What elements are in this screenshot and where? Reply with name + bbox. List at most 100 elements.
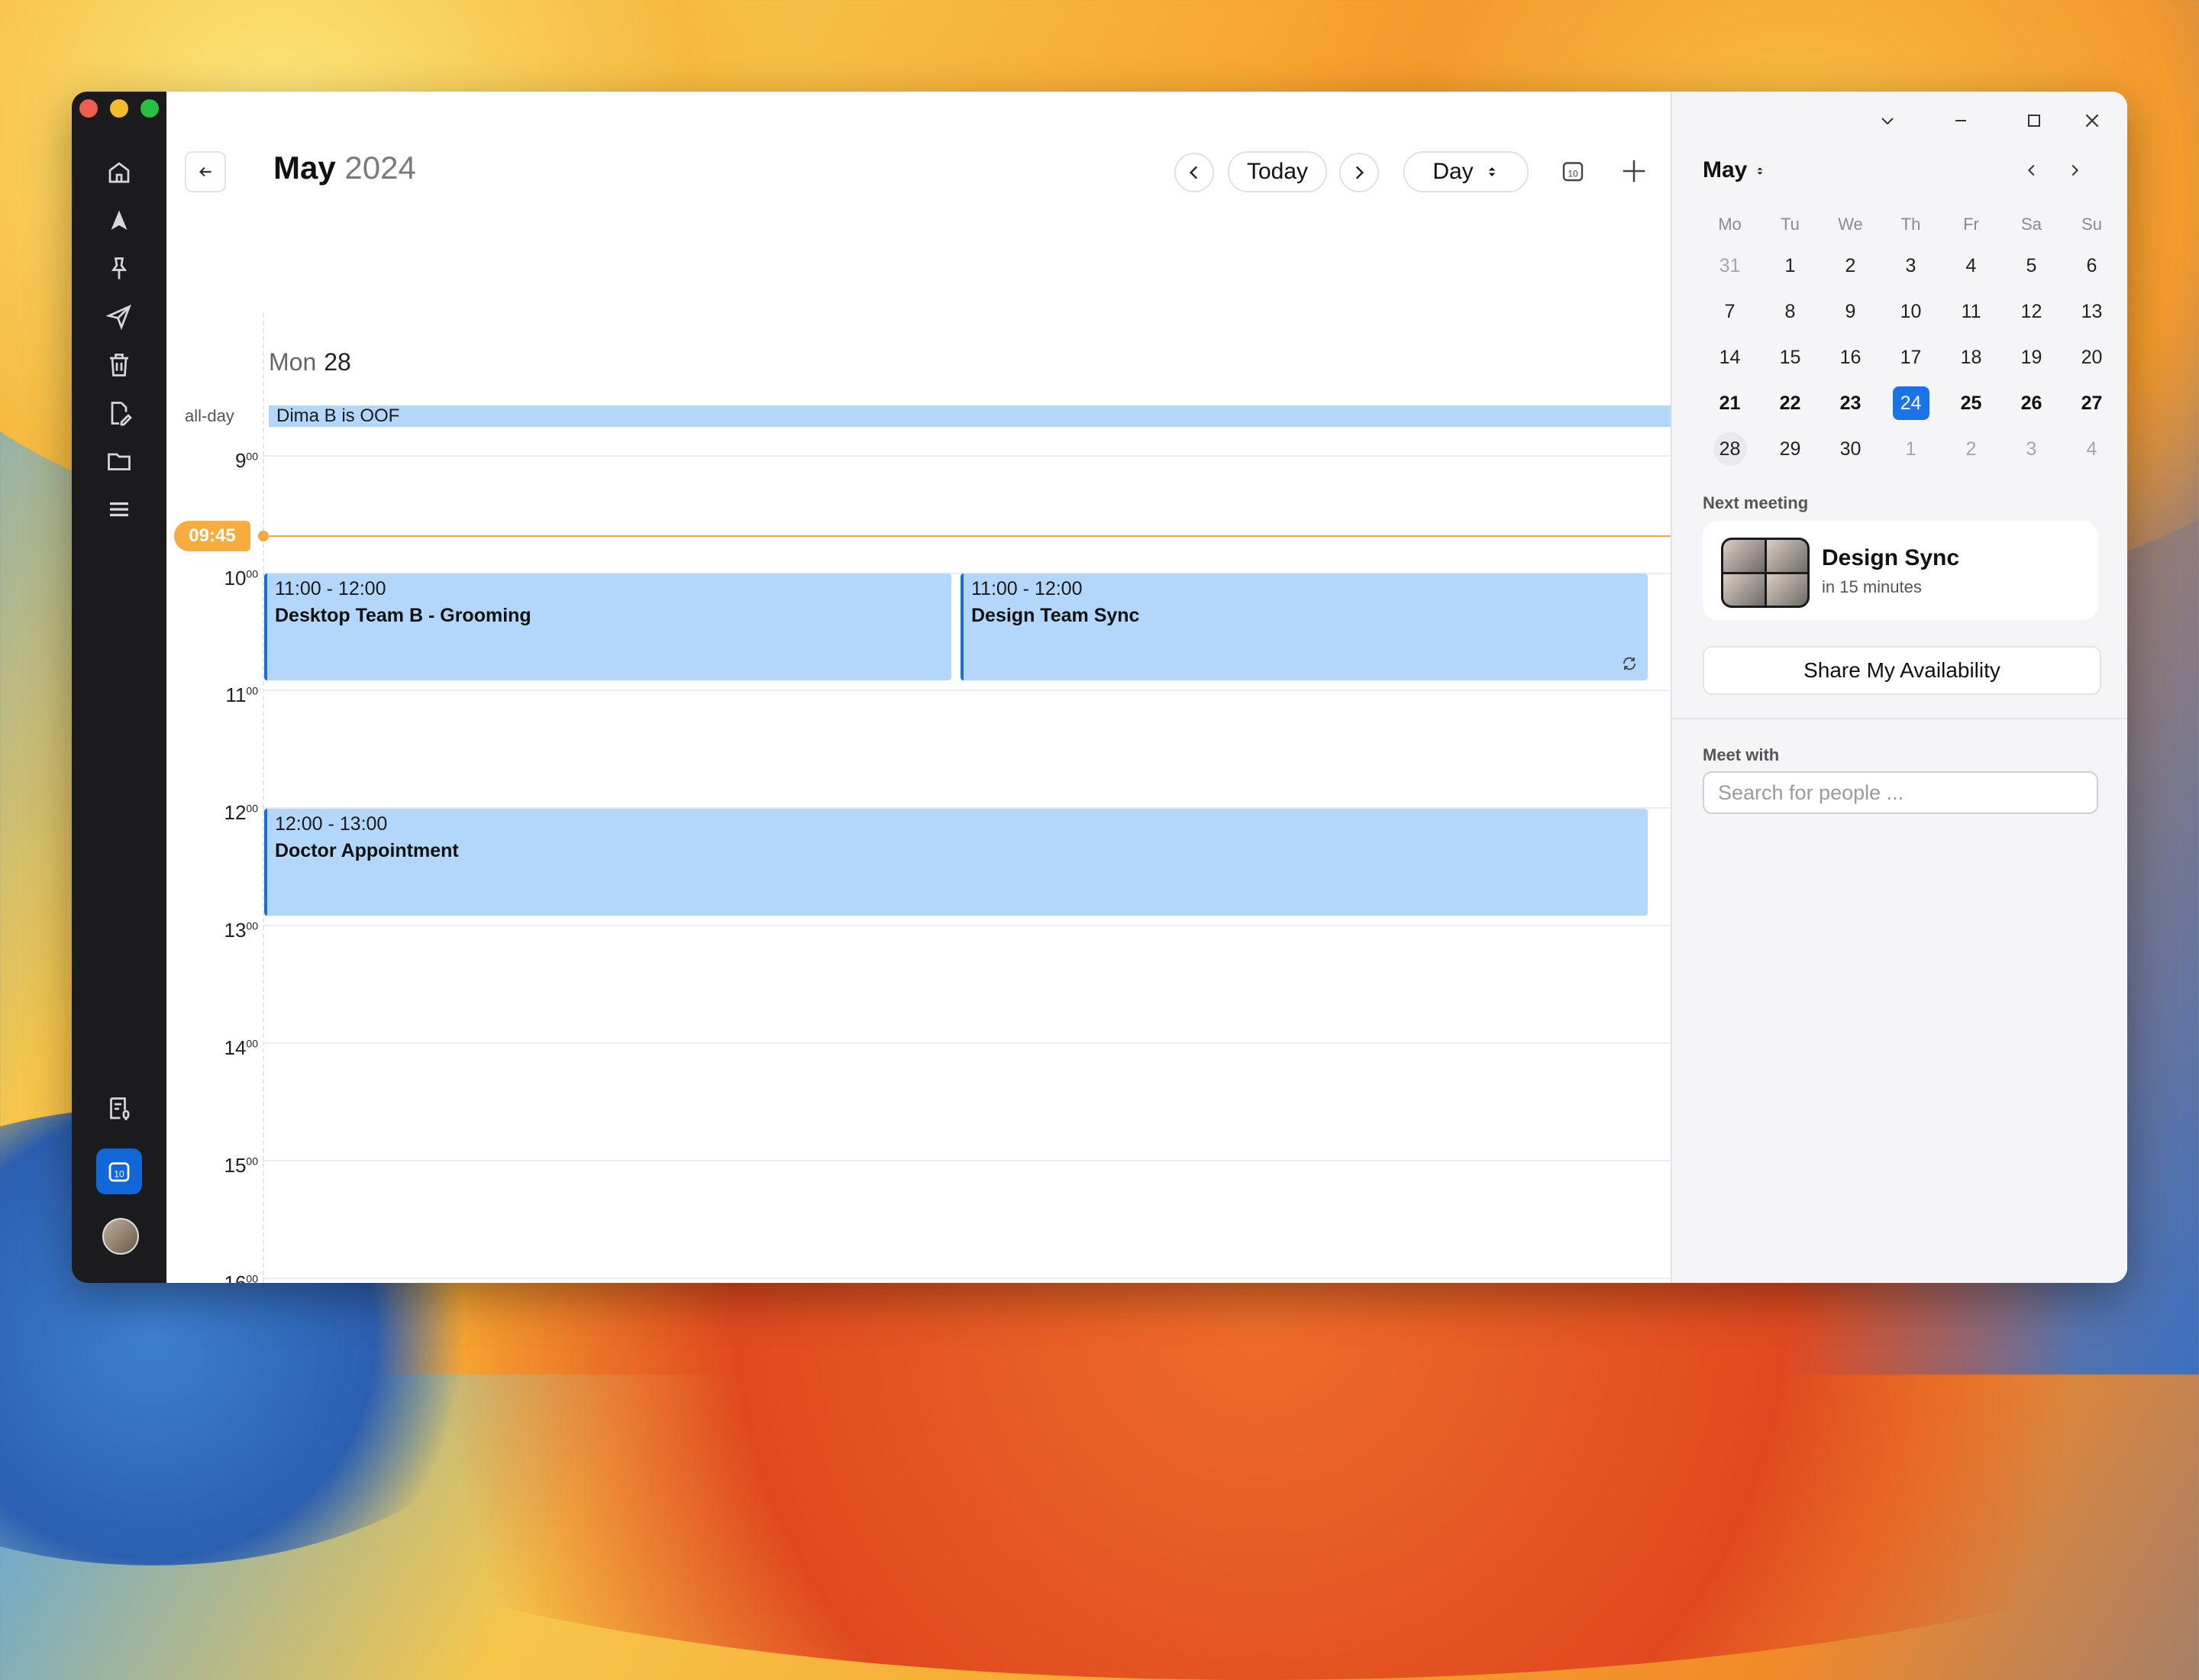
calendar-day[interactable]: 3 bbox=[2001, 438, 2062, 460]
event-title: Doctor Appointment bbox=[275, 840, 459, 861]
today-button[interactable]: Today bbox=[1228, 151, 1327, 192]
calendar-day[interactable]: 21 bbox=[1700, 393, 1760, 415]
event-card[interactable]: 11:00 - 12:00 Design Team Sync bbox=[961, 573, 1648, 680]
hour-label: 900 bbox=[234, 449, 258, 472]
calendar-day[interactable]: 25 bbox=[1941, 393, 2001, 415]
title-year: 2024 bbox=[344, 150, 416, 186]
mini-calendar-month-select[interactable]: May bbox=[1703, 157, 1766, 183]
calendar-day[interactable]: 2 bbox=[1820, 255, 1881, 277]
hour-line bbox=[263, 455, 1671, 457]
weekday-label: Tu bbox=[1781, 215, 1800, 234]
calendar-day[interactable]: 13 bbox=[2062, 301, 2122, 323]
allday-label: all-day bbox=[185, 406, 234, 425]
allday-event[interactable]: Dima B is OOF bbox=[269, 405, 1671, 427]
calendar-day[interactable]: 27 bbox=[2062, 393, 2122, 415]
hour-label: 1300 bbox=[224, 919, 259, 942]
minimize-window-button[interactable] bbox=[110, 99, 128, 118]
chevron-left-icon bbox=[2027, 164, 2035, 176]
user-avatar[interactable] bbox=[102, 1218, 139, 1255]
next-day-button[interactable] bbox=[1339, 153, 1379, 192]
pin-icon[interactable] bbox=[99, 249, 139, 289]
calendar-day[interactable]: 4 bbox=[2062, 438, 2122, 460]
calendar-day[interactable]: 4 bbox=[1941, 255, 2001, 277]
weekday-label: Fr bbox=[1963, 215, 1979, 234]
event-time: 12:00 - 13:00 bbox=[275, 813, 388, 835]
calendar-day[interactable]: 10 bbox=[1881, 301, 1941, 323]
calendar-day[interactable]: 29 bbox=[1760, 438, 1820, 460]
calendar-day[interactable]: 1 bbox=[1881, 438, 1941, 460]
calendar-day[interactable]: 26 bbox=[2001, 393, 2062, 415]
chevron-down-icon[interactable] bbox=[1872, 105, 1903, 136]
calendar-day[interactable]: 15 bbox=[1760, 347, 1820, 369]
now-time-badge: 09:45 bbox=[174, 521, 250, 551]
recurring-icon bbox=[1623, 657, 1636, 670]
mini-calendar-title: May bbox=[1703, 157, 1748, 183]
calendar-day[interactable]: 5 bbox=[2001, 255, 2062, 277]
folder-icon[interactable] bbox=[99, 441, 139, 481]
hour-line bbox=[263, 690, 1671, 691]
avatar bbox=[1723, 573, 1765, 606]
close-window-button[interactable] bbox=[79, 99, 98, 118]
time-grid: 900 1000 1100 1200 1300 1400 1500 1600 0… bbox=[166, 313, 1671, 1283]
calendar-day[interactable]: 16 bbox=[1820, 347, 1881, 369]
calendar-day[interactable]: 22 bbox=[1760, 393, 1820, 415]
meet-with-label: Meet with bbox=[1703, 745, 1780, 764]
maximize-icon[interactable] bbox=[2019, 105, 2049, 136]
calendar-icon[interactable]: 10 bbox=[96, 1149, 142, 1194]
event-time: 11:00 - 12:00 bbox=[971, 578, 1083, 599]
calendar-day[interactable]: 23 bbox=[1820, 393, 1881, 415]
menu-icon[interactable] bbox=[99, 489, 139, 529]
prev-day-button[interactable] bbox=[1174, 153, 1214, 192]
weekday-label: Th bbox=[1900, 215, 1921, 234]
hour-label: 1100 bbox=[225, 683, 258, 706]
calendar-day[interactable]: 7 bbox=[1700, 301, 1760, 323]
minimize-icon[interactable] bbox=[1946, 105, 1976, 136]
close-icon[interactable] bbox=[2077, 105, 2107, 136]
home-icon[interactable] bbox=[99, 153, 139, 192]
calendar-day[interactable]: 20 bbox=[2062, 347, 2122, 369]
hour-line bbox=[263, 1278, 1671, 1279]
next-meeting-card[interactable]: Design Sync in 15 minutes bbox=[1703, 521, 2098, 620]
calendar-day[interactable]: 19 bbox=[2001, 347, 2062, 369]
draft-edit-icon[interactable] bbox=[99, 393, 139, 433]
mini-prev-month-button[interactable] bbox=[2020, 159, 2043, 182]
weekday-label: Sa bbox=[2021, 215, 2042, 234]
title-month: May bbox=[273, 150, 336, 186]
send-arrow-icon[interactable] bbox=[99, 201, 139, 241]
calendar-day[interactable]: 17 bbox=[1881, 347, 1941, 369]
go-to-date-icon[interactable]: 10 bbox=[1556, 154, 1590, 188]
calendar-day[interactable]: 6 bbox=[2062, 255, 2122, 277]
back-button[interactable] bbox=[185, 151, 226, 192]
calendar-day-current[interactable]: 28 bbox=[1700, 432, 1760, 466]
calendar-day[interactable]: 2 bbox=[1941, 438, 2001, 460]
updown-icon bbox=[1757, 167, 1763, 175]
calendar-day[interactable]: 11 bbox=[1941, 301, 2001, 323]
zoom-window-button[interactable] bbox=[140, 99, 159, 118]
calendar-day[interactable]: 14 bbox=[1700, 347, 1760, 369]
calendar-day[interactable]: 30 bbox=[1820, 438, 1881, 460]
people-search-input[interactable] bbox=[1703, 771, 2098, 814]
mini-next-month-button[interactable] bbox=[2063, 159, 2086, 182]
event-card[interactable]: 11:00 - 12:00 Desktop Team B - Grooming bbox=[264, 573, 951, 680]
trash-icon[interactable] bbox=[99, 345, 139, 385]
event-title: Design Team Sync bbox=[971, 605, 1140, 626]
calendar-day[interactable]: 8 bbox=[1760, 301, 1820, 323]
calendar-day[interactable]: 12 bbox=[2001, 301, 2062, 323]
hour-label: 1500 bbox=[224, 1154, 259, 1177]
event-title: Desktop Team B - Grooming bbox=[275, 605, 531, 626]
view-select[interactable]: Day bbox=[1403, 151, 1529, 192]
share-availability-button[interactable]: Share My Availability bbox=[1703, 646, 2101, 695]
notes-mic-icon[interactable] bbox=[99, 1089, 139, 1129]
right-panel: May Mo Tu We Th Fr Sa Su 31 1 2 3 4 5 6 … bbox=[1671, 92, 2127, 1283]
calendar-day[interactable]: 3 bbox=[1881, 255, 1941, 277]
calendar-day[interactable]: 31 bbox=[1700, 255, 1760, 277]
event-card[interactable]: 12:00 - 13:00 Doctor Appointment bbox=[264, 809, 1648, 916]
add-event-icon[interactable] bbox=[1617, 154, 1651, 188]
paper-plane-icon[interactable] bbox=[99, 297, 139, 337]
calendar-day-selected[interactable]: 24 bbox=[1881, 386, 1941, 420]
sidebar-rail: 10 bbox=[72, 92, 166, 1283]
calendar-day[interactable]: 9 bbox=[1820, 301, 1881, 323]
calendar-day[interactable]: 1 bbox=[1760, 255, 1820, 277]
calendar-day[interactable]: 18 bbox=[1941, 347, 2001, 369]
weekday-label: Mo bbox=[1718, 215, 1742, 234]
